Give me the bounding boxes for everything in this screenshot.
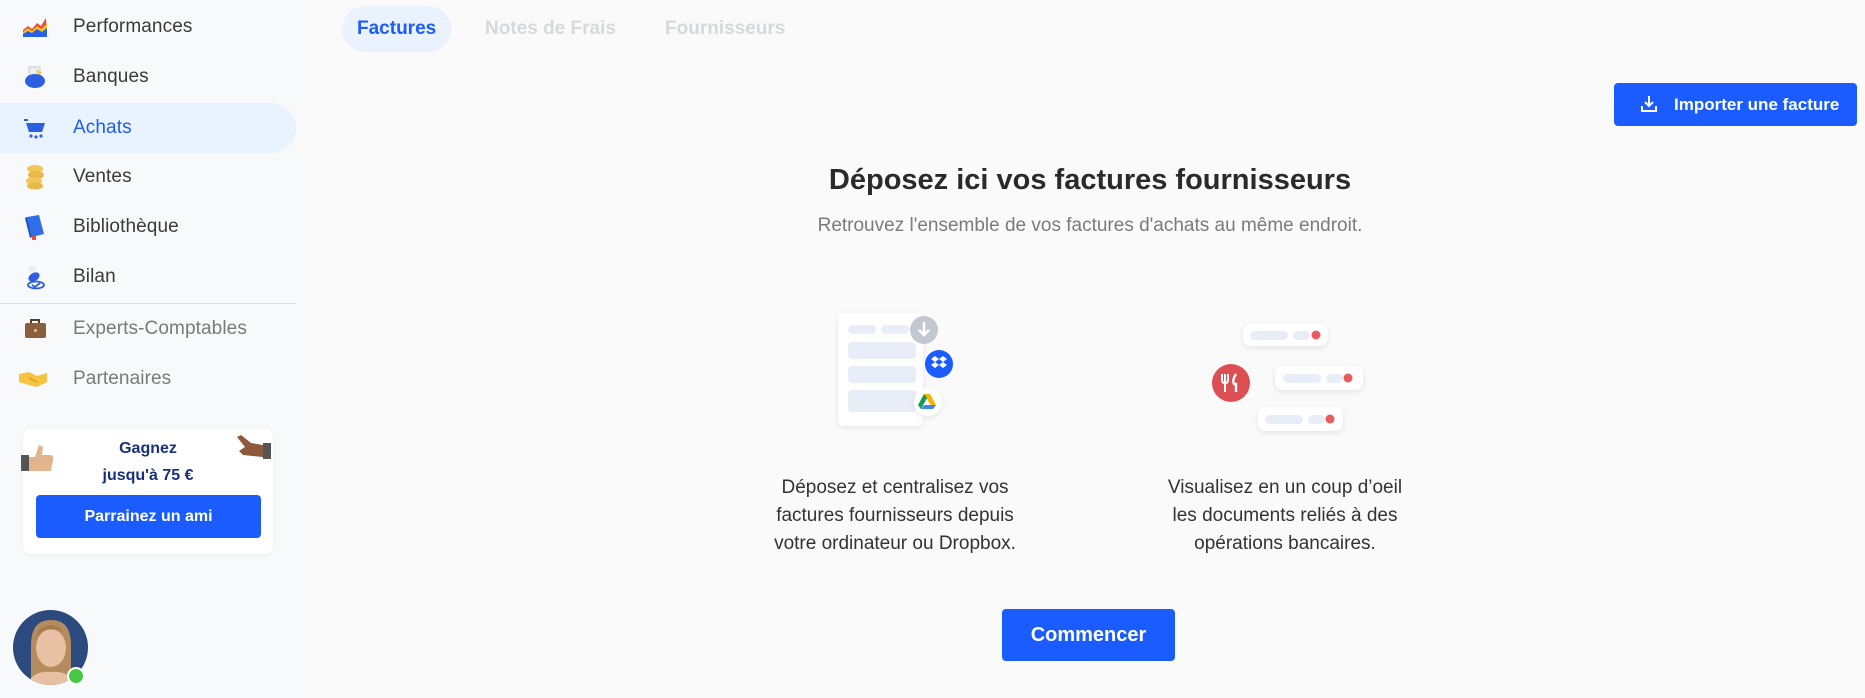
feature-description-upload: Déposez et centralisez vos factures four… <box>735 474 1055 558</box>
tab-fournisseurs[interactable]: Fournisseurs <box>650 6 800 52</box>
sidebar-item-label: Banques <box>73 66 149 87</box>
shopping-cart-icon <box>22 116 48 140</box>
sidebar: Performances Banques Achats Ventes Bibli… <box>0 0 300 698</box>
sidebar-item-banques[interactable]: Banques <box>0 52 296 102</box>
referral-button[interactable]: Parrainez un ami <box>36 495 261 538</box>
restaurant-icon <box>1212 364 1250 402</box>
page-title: Déposez ici vos factures fournisseurs <box>828 164 1352 196</box>
sidebar-item-label: Bilan <box>73 266 116 287</box>
sidebar-item-bilan[interactable]: Bilan <box>0 252 296 302</box>
upload-sources-illustration <box>835 308 970 433</box>
chart-area-icon <box>22 15 48 39</box>
handshake-icon <box>17 367 49 391</box>
dropbox-icon <box>925 350 953 378</box>
briefcase-icon <box>22 317 48 341</box>
sidebar-item-partenaires[interactable]: Partenaires <box>0 354 296 404</box>
sidebar-item-label: Achats <box>73 117 132 138</box>
import-invoice-button[interactable]: Importer une facture <box>1614 83 1857 126</box>
feature-line: opérations bancaires. <box>1194 533 1376 554</box>
sidebar-item-ventes[interactable]: Ventes <box>0 152 296 202</box>
stamp-icon <box>22 265 48 290</box>
page-subtitle: Retrouvez l'ensemble de vos factures d'a… <box>817 215 1363 236</box>
online-status-indicator <box>67 667 85 685</box>
start-button[interactable]: Commencer <box>1002 609 1175 661</box>
bank-pot-icon <box>22 65 48 89</box>
tab-factures[interactable]: Factures <box>342 6 452 52</box>
sidebar-item-experts-comptables[interactable]: Experts-Comptables <box>0 304 296 354</box>
referral-card: Gagnez jusqu'à 75 € Parrainez un ami <box>21 429 273 554</box>
sidebar-item-label: Bibliothèque <box>73 216 179 237</box>
feature-line: factures fournisseurs depuis <box>776 505 1014 526</box>
download-icon <box>1639 94 1659 114</box>
sidebar-item-achats[interactable]: Achats <box>0 103 296 153</box>
book-icon <box>22 215 48 240</box>
sidebar-item-performances[interactable]: Performances <box>0 2 296 52</box>
referral-amount: jusqu'à 75 € <box>102 467 194 484</box>
sidebar-item-label: Partenaires <box>73 368 172 389</box>
google-drive-icon <box>914 388 942 416</box>
tab-notes-de-frais[interactable]: Notes de Frais <box>470 6 631 52</box>
import-invoice-label: Importer une facture <box>1674 94 1840 114</box>
feature-line: les documents reliés à des <box>1172 505 1398 526</box>
download-icon <box>910 316 938 344</box>
sidebar-item-label: Performances <box>73 16 193 37</box>
referral-title: Gagnez <box>119 440 177 457</box>
sidebar-item-bibliotheque[interactable]: Bibliothèque <box>0 202 296 252</box>
sidebar-item-label: Ventes <box>73 166 132 187</box>
feature-line: Visualisez en un coup d’oeil <box>1167 477 1403 498</box>
coins-icon <box>22 165 48 190</box>
feature-description-visualize: Visualisez en un coup d’oeil les documen… <box>1125 474 1445 558</box>
bank-operations-illustration <box>1205 318 1370 438</box>
feature-line: Déposez et centralisez vos <box>781 477 1009 498</box>
sidebar-item-label: Experts-Comptables <box>73 318 247 339</box>
feature-line: votre ordinateur ou Dropbox. <box>774 533 1016 554</box>
